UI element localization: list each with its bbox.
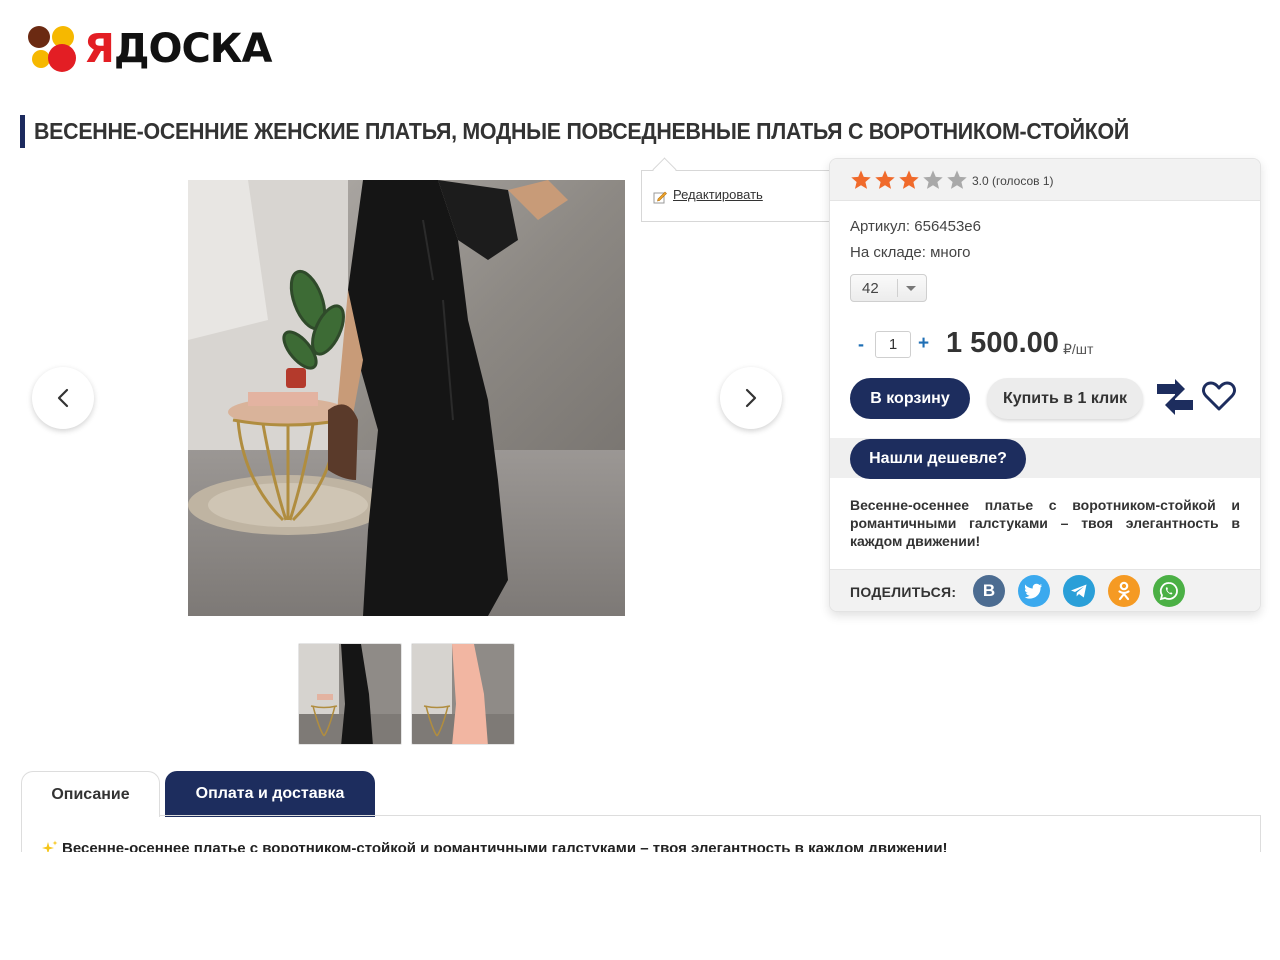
select-divider <box>897 279 898 297</box>
quantity-input[interactable]: 1 <box>875 331 911 358</box>
edit-popup: Редактировать <box>641 170 835 222</box>
edit-link[interactable]: Редактировать <box>673 187 763 202</box>
star-filled-icon[interactable] <box>850 169 872 191</box>
chevron-left-icon <box>57 388 69 408</box>
gallery-thumbnail-black[interactable] <box>298 643 402 745</box>
product-main-image[interactable] <box>188 180 625 616</box>
logo-dots-icon <box>26 20 86 80</box>
heart-icon[interactable] <box>1202 380 1236 412</box>
gallery-prev-button[interactable] <box>32 367 94 429</box>
star-empty-icon[interactable] <box>922 169 944 191</box>
product-price: 1 500.00 <box>946 327 1059 359</box>
buy-one-click-button[interactable]: Купить в 1 клик <box>987 378 1143 419</box>
star-empty-icon[interactable] <box>946 169 968 191</box>
dropdown-arrow-icon <box>906 286 916 291</box>
whatsapp-share-icon[interactable] <box>1153 575 1185 607</box>
price-unit: ₽/шт <box>1063 341 1094 357</box>
rating-text: 3.0 (голосов 1) <box>972 174 1054 188</box>
compare-icon[interactable] <box>1155 378 1195 416</box>
star-filled-icon[interactable] <box>898 169 920 191</box>
page-title: ВЕСЕННЕ-ОСЕННИЕ ЖЕНСКИЕ ПЛАТЬЯ, МОДНЫЕ П… <box>34 118 1129 144</box>
quantity-increase-button[interactable]: + <box>918 333 929 355</box>
quantity-decrease-button[interactable]: - <box>858 334 864 355</box>
vk-share-icon[interactable]: B <box>973 575 1005 607</box>
short-description: Весенне-осеннее платье с воротником-стой… <box>850 497 1240 549</box>
site-logo[interactable]: ЯДОСКА <box>26 20 272 80</box>
logo-wordmark: ЯДОСКА <box>84 26 272 72</box>
title-accent-bar <box>20 115 25 148</box>
share-bar: ПОДЕЛИТЬСЯ: B <box>830 569 1260 611</box>
gallery-thumbnail-pink[interactable] <box>411 643 515 745</box>
star-filled-icon[interactable] <box>874 169 896 191</box>
twitter-share-icon[interactable] <box>1018 575 1050 607</box>
product-sku: Артикул: 656453е6 <box>850 218 981 235</box>
size-select[interactable]: 42 <box>850 274 927 302</box>
found-cheaper-button[interactable]: Нашли дешевле? <box>850 439 1026 479</box>
product-stock: На складе: много <box>850 244 971 261</box>
tab-content-description: Весенне-осеннее платье с воротником-стой… <box>21 815 1261 852</box>
description-first-line: Весенне-осеннее платье с воротником-стой… <box>62 840 948 852</box>
tab-description[interactable]: Описание <box>21 771 160 817</box>
size-selected-value: 42 <box>862 280 879 297</box>
tab-payment-delivery[interactable]: Оплата и доставка <box>165 771 375 817</box>
sparkle-icon <box>42 840 58 852</box>
gallery-next-button[interactable] <box>720 367 782 429</box>
product-info-panel: 3.0 (голосов 1) Артикул: 656453е6 На скл… <box>829 158 1261 612</box>
telegram-share-icon[interactable] <box>1063 575 1095 607</box>
rating-bar: 3.0 (голосов 1) <box>830 159 1260 201</box>
pencil-icon <box>653 191 667 204</box>
add-to-cart-button[interactable]: В корзину <box>850 378 970 419</box>
share-label: ПОДЕЛИТЬСЯ: <box>850 584 957 600</box>
rating-stars[interactable] <box>850 169 968 191</box>
chevron-right-icon <box>745 388 757 408</box>
odnoklassniki-share-icon[interactable] <box>1108 575 1140 607</box>
